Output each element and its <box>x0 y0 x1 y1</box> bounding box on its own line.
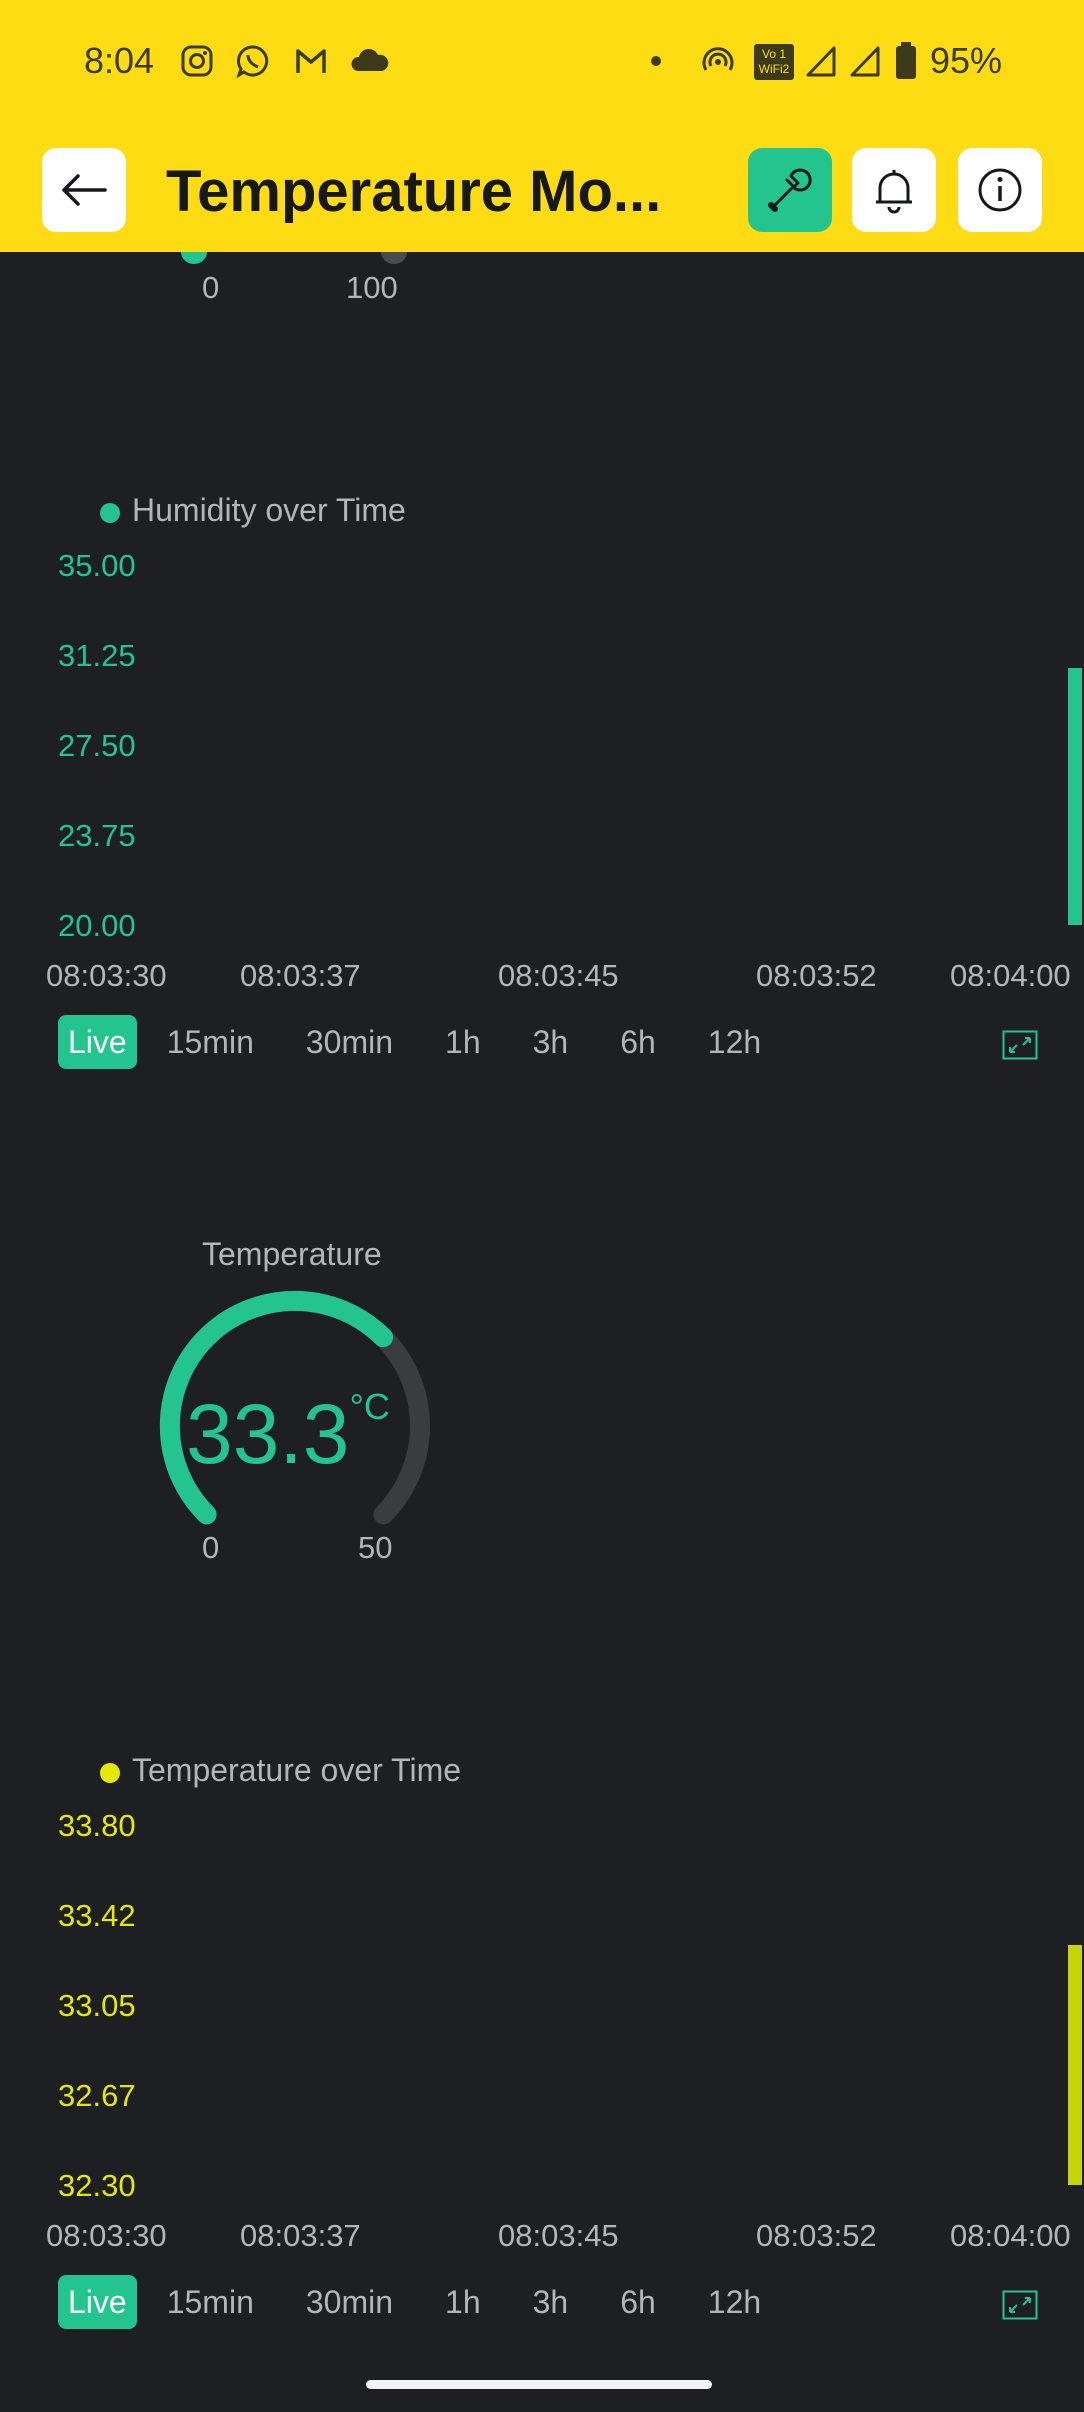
vowifi-icon: Vo 1 WiFi2 <box>754 44 794 80</box>
humidity-legend-label: Humidity over Time <box>132 492 406 528</box>
wrench-icon <box>768 168 812 212</box>
humidity-range-selector: Live 15min 30min 1h 3h 6h 12h <box>58 1015 803 1069</box>
arrow-left-icon <box>62 174 107 206</box>
y-tick: 32.30 <box>58 2168 136 2203</box>
temperature-gauge-min: 0 <box>202 1530 220 1565</box>
temperature-range-selector: Live 15min 30min 1h 3h 6h 12h <box>58 2275 803 2329</box>
temperature-gauge-max: 50 <box>358 1530 393 1565</box>
x-tick: 08:03:45 <box>498 958 619 993</box>
humidity-bar <box>1068 668 1082 925</box>
dot-icon <box>651 56 661 66</box>
battery-percent: 95% <box>930 40 1003 81</box>
signal-icon <box>850 46 880 77</box>
x-tick: 08:03:52 <box>756 2218 877 2253</box>
y-tick: 33.80 <box>58 1808 136 1843</box>
vowifi-top-label: Vo 1 <box>761 47 787 61</box>
instagram-icon <box>181 45 213 77</box>
back-button[interactable] <box>42 148 126 232</box>
legend-dot <box>100 1762 120 1783</box>
temperature-gauge-value: 33.3°C <box>186 1386 390 1483</box>
x-tick: 08:03:52 <box>756 958 877 993</box>
range-6h[interactable]: 6h <box>610 1015 666 1069</box>
page-title: Temperature Mo... <box>166 159 662 224</box>
x-tick: 08:03:45 <box>498 2218 619 2253</box>
whatsapp-icon <box>236 45 269 78</box>
y-tick: 35.00 <box>58 548 136 583</box>
top-gauge-max: 100 <box>346 270 398 305</box>
settings-wrench-button[interactable] <box>748 148 832 232</box>
status-bar: 8:04 Vo 1 WiFi2 95% <box>0 0 1084 128</box>
legend-dot <box>100 502 120 523</box>
x-tick: 08:03:30 <box>46 2218 167 2253</box>
top-gauge-arc-partial <box>181 252 407 264</box>
range-30min[interactable]: 30min <box>296 2275 403 2329</box>
x-tick: 08:03:30 <box>46 958 167 993</box>
x-tick: 08:04:00 <box>950 2218 1071 2253</box>
bell-icon <box>876 170 912 214</box>
range-12h[interactable]: 12h <box>698 1015 771 1069</box>
x-tick: 08:04:00 <box>950 958 1071 993</box>
home-indicator[interactable] <box>366 2380 712 2389</box>
temperature-unit: °C <box>349 1386 390 1427</box>
temperature-gauge-title: Temperature <box>202 1236 382 1272</box>
info-icon <box>978 168 1022 212</box>
app-bar: Temperature Mo... <box>0 128 1084 252</box>
x-tick: 08:03:37 <box>240 958 361 993</box>
range-15min[interactable]: 15min <box>157 2275 264 2329</box>
cloud-icon <box>351 48 389 71</box>
temperature-legend-label: Temperature over Time <box>132 1752 462 1788</box>
humidity-legend: Humidity over Time <box>100 492 406 529</box>
range-30min[interactable]: 30min <box>296 1015 403 1069</box>
range-3h[interactable]: 3h <box>523 2275 579 2329</box>
vowifi-bottom-label: WiFi2 <box>758 62 790 76</box>
gmail-icon <box>296 49 326 73</box>
y-tick: 27.50 <box>58 728 136 763</box>
signal-icon <box>806 46 836 77</box>
expand-icon[interactable] <box>1002 1030 1038 1060</box>
temperature-value: 33.3 <box>186 1387 350 1481</box>
x-tick: 08:03:37 <box>240 2218 361 2253</box>
y-tick: 32.67 <box>58 2078 136 2113</box>
expand-icon[interactable] <box>1002 2290 1038 2320</box>
temperature-legend: Temperature over Time <box>100 1752 461 1789</box>
notifications-button[interactable] <box>852 148 936 232</box>
y-tick: 33.42 <box>58 1898 136 1933</box>
range-15min[interactable]: 15min <box>157 1015 264 1069</box>
range-1h[interactable]: 1h <box>435 1015 491 1069</box>
hotspot-icon <box>702 47 734 71</box>
y-tick: 23.75 <box>58 818 136 853</box>
y-tick: 33.05 <box>58 1988 136 2023</box>
range-6h[interactable]: 6h <box>610 2275 666 2329</box>
range-12h[interactable]: 12h <box>698 2275 771 2329</box>
battery-icon <box>896 42 916 79</box>
range-1h[interactable]: 1h <box>435 2275 491 2329</box>
temperature-bar <box>1068 1945 1082 2185</box>
range-live[interactable]: Live <box>58 2275 137 2329</box>
y-tick: 20.00 <box>58 908 136 943</box>
range-3h[interactable]: 3h <box>523 1015 579 1069</box>
info-button[interactable] <box>958 148 1042 232</box>
range-live[interactable]: Live <box>58 1015 137 1069</box>
status-time: 8:04 <box>84 40 155 81</box>
top-gauge-min: 0 <box>202 270 220 305</box>
y-tick: 31.25 <box>58 638 136 673</box>
